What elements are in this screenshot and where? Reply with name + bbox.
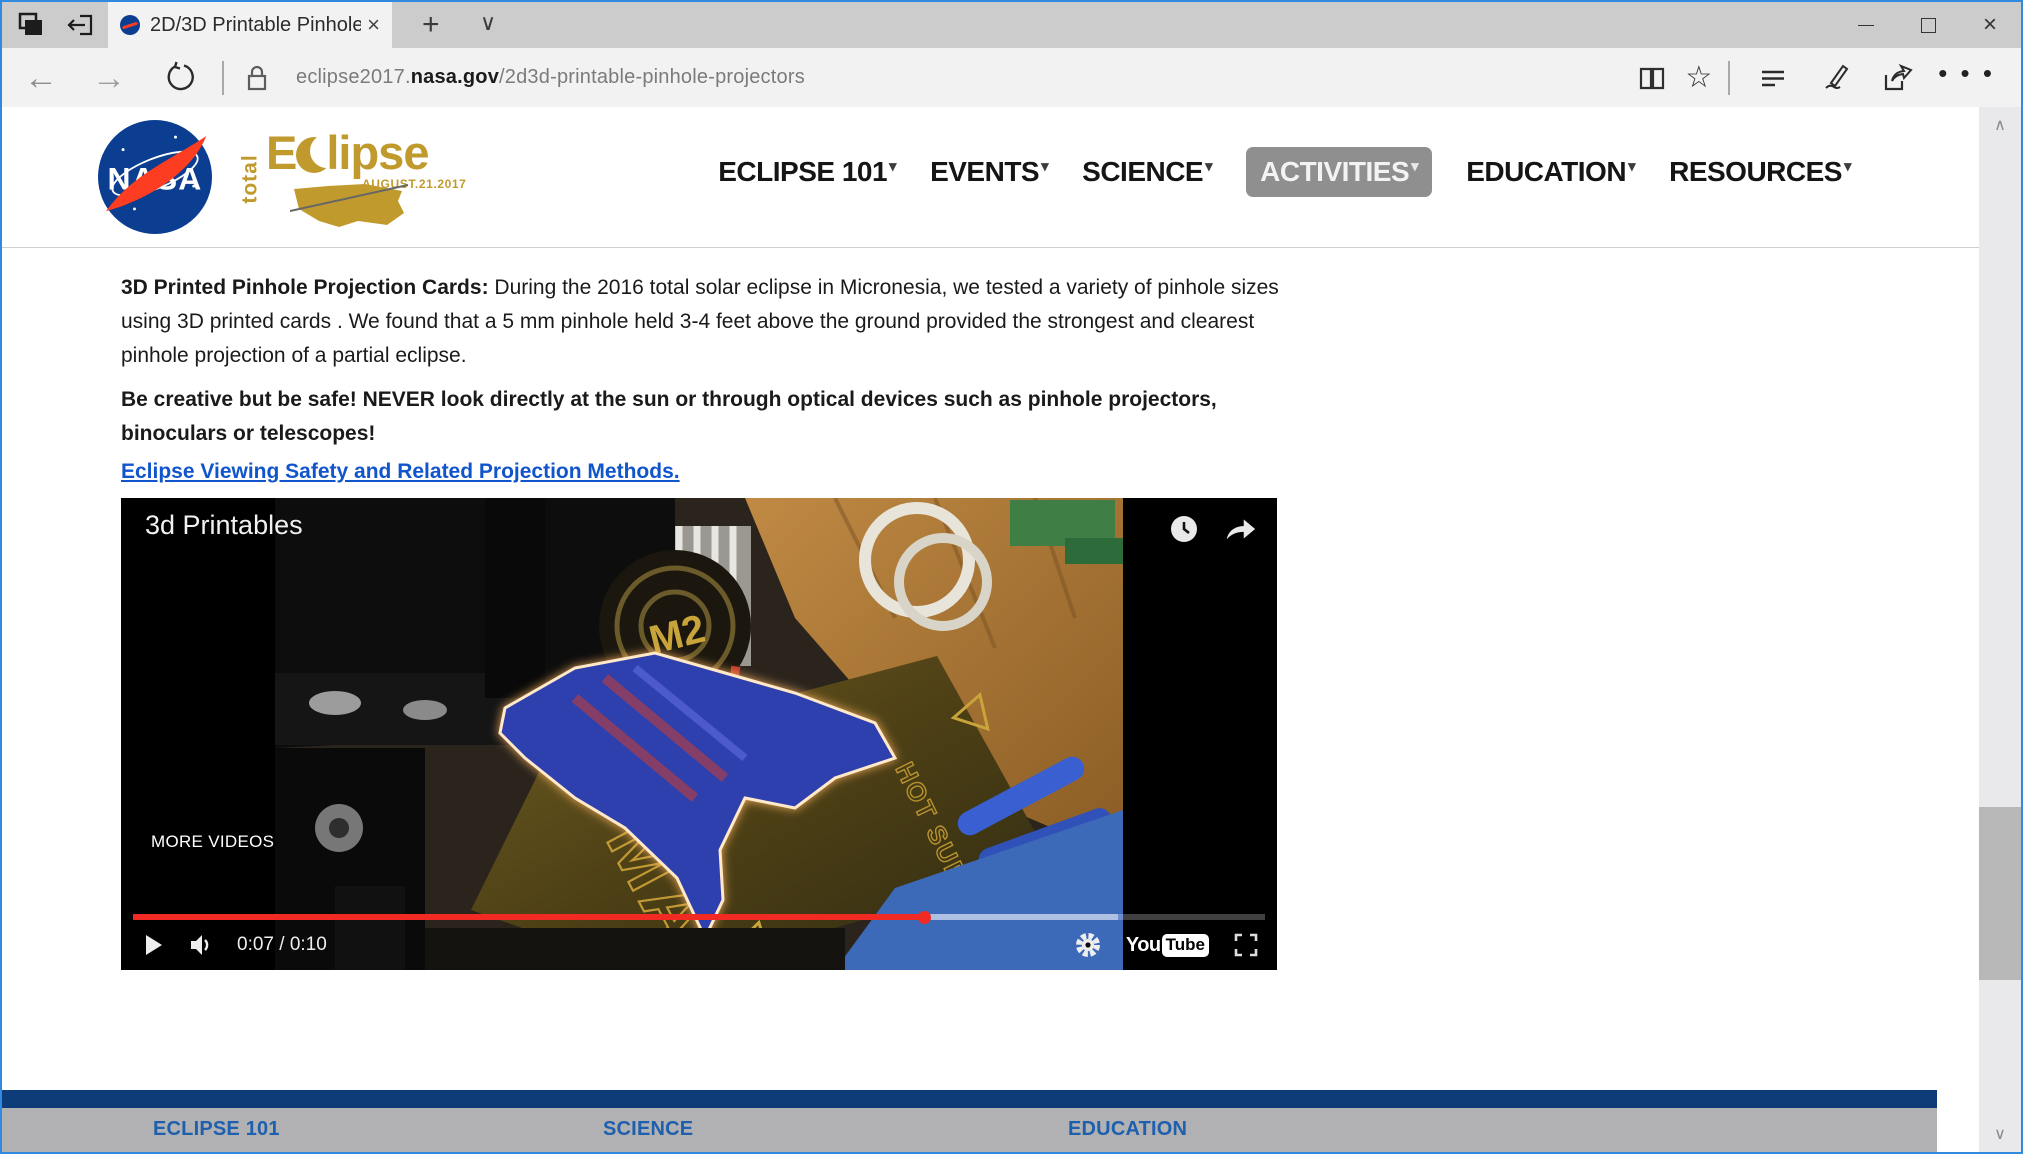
crescent-moon-icon [296, 137, 326, 173]
video-top-actions [1169, 514, 1257, 544]
main-navigation: ECLIPSE 101▾ EVENTS▾ SCIENCE▾ ACTIVITIES… [718, 147, 1851, 197]
nav-eclipse-101[interactable]: ECLIPSE 101▾ [718, 156, 896, 188]
maximize-button[interactable] [1897, 2, 1959, 48]
share-video-icon[interactable] [1221, 514, 1257, 544]
tab-bar: 2D/3D Printable Pinhole × + ∨ × [2, 2, 2021, 48]
chevron-down-icon: ▾ [1205, 158, 1212, 175]
usa-map-icon [290, 177, 408, 229]
safety-link[interactable]: Eclipse Viewing Safety and Related Proje… [121, 460, 680, 484]
footer-navy-bar [2, 1090, 1937, 1108]
favorites-star-icon[interactable]: ☆ [1685, 63, 1712, 93]
nav-events[interactable]: EVENTS▾ [930, 156, 1048, 188]
paragraph-1: 3D Printed Pinhole Projection Cards: Dur… [121, 271, 1281, 373]
scroll-up-icon[interactable]: ∧ [1979, 115, 2021, 135]
footer-link-eclipse-101[interactable]: ECLIPSE 101 [153, 1118, 280, 1141]
video-time: 0:07 / 0:10 [237, 934, 327, 956]
nasa-favicon-icon [120, 15, 140, 35]
site-header: NASA total Elipse AUGUST.21.2017 ECLIPSE… [2, 107, 1979, 248]
footer-link-science[interactable]: SCIENCE [603, 1118, 693, 1141]
toolbar-divider [1728, 61, 1730, 95]
fullscreen-icon[interactable] [1233, 932, 1259, 958]
video-controls: 0:07 / 0:10 YouTube [121, 920, 1277, 970]
more-videos-button[interactable]: MORE VIDEOS [151, 832, 274, 852]
url-domain: nasa.gov [411, 66, 499, 89]
tab-preview-chevron-icon[interactable]: ∨ [480, 10, 496, 36]
eclipse-logo-word: Elipse [266, 125, 428, 180]
tabs-set-aside-icon[interactable] [16, 10, 46, 40]
scrollbar[interactable]: ∧ ∨ [1979, 107, 2021, 1152]
youtube-video-player[interactable]: M2 MAKE HOT SURFACE [121, 498, 1277, 970]
close-button[interactable]: × [1959, 2, 2021, 48]
tab-close-icon[interactable]: × [367, 12, 380, 38]
chevron-down-icon: ▾ [1628, 158, 1635, 175]
back-button[interactable]: ← [24, 61, 58, 95]
chevron-down-icon: ▾ [1844, 158, 1851, 175]
minimize-button[interactable] [1835, 2, 1897, 48]
chevron-down-icon: ▾ [1411, 158, 1418, 175]
nav-science[interactable]: SCIENCE▾ [1082, 156, 1212, 188]
window-controls: × [1835, 2, 2021, 48]
video-frame-3d-printer: M2 MAKE HOT SURFACE [275, 498, 1123, 970]
volume-icon[interactable] [187, 931, 215, 959]
video-controls-right: YouTube [1074, 931, 1259, 959]
footer-link-education[interactable]: EDUCATION [1068, 1118, 1187, 1141]
paragraph-1-lead: 3D Printed Pinhole Projection Cards: [121, 276, 489, 299]
share-icon[interactable] [1880, 61, 1914, 95]
chevron-down-icon: ▾ [889, 158, 896, 175]
watch-later-icon[interactable] [1169, 514, 1199, 544]
youtube-logo[interactable]: YouTube [1126, 934, 1209, 957]
browser-tab[interactable]: 2D/3D Printable Pinhole × [108, 2, 392, 48]
paragraph-2-safety: Be creative but be safe! NEVER look dire… [121, 383, 1281, 451]
scroll-down-icon[interactable]: ∨ [1979, 1124, 2021, 1144]
footer-links-area: ECLIPSE 101 SCIENCE EDUCATION [2, 1108, 1937, 1152]
lock-icon [240, 61, 274, 95]
chevron-down-icon: ▾ [1041, 158, 1048, 175]
nav-activities[interactable]: ACTIVITIES▾ [1246, 147, 1432, 197]
refresh-icon[interactable] [162, 61, 196, 95]
tab-title: 2D/3D Printable Pinhole [150, 14, 361, 37]
article: 3D Printed Pinhole Projection Cards: Dur… [121, 249, 1281, 970]
hub-icon[interactable] [1756, 61, 1790, 95]
toolbar-divider [222, 61, 224, 95]
reading-view-icon[interactable] [1635, 61, 1669, 95]
forward-button[interactable]: → [92, 61, 126, 95]
site-footer: ECLIPSE 101 SCIENCE EDUCATION [2, 1090, 1937, 1152]
scrollbar-thumb[interactable] [1979, 807, 2021, 980]
nav-resources[interactable]: RESOURCES▾ [1669, 156, 1851, 188]
play-icon[interactable] [139, 931, 167, 959]
address-bar[interactable]: eclipse2017.nasa.gov/2d3d-printable-pinh… [296, 66, 805, 89]
settings-more-icon[interactable]: • • • [1938, 58, 1995, 89]
set-tabs-aside-icon[interactable] [66, 10, 96, 40]
url-subdomain: eclipse2017. [296, 66, 411, 89]
eclipse-logo-total: total [239, 154, 263, 203]
url-path: /2d3d-printable-pinhole-projectors [499, 66, 805, 89]
nasa-logo[interactable]: NASA [98, 120, 212, 234]
browser-window: 2D/3D Printable Pinhole × + ∨ × ← → ecli… [0, 0, 2023, 1154]
new-tab-button[interactable]: + [422, 8, 440, 42]
page-viewport: ∧ ∨ NASA total Elipse AUGUST.21.2017 [2, 107, 2021, 1152]
page-content: NASA total Elipse AUGUST.21.2017 ECLIPSE… [2, 107, 1979, 1152]
eclipse-logo[interactable]: total Elipse AUGUST.21.2017 [240, 129, 460, 229]
nav-education[interactable]: EDUCATION▾ [1466, 156, 1635, 188]
browser-toolbar: ← → eclipse2017.nasa.gov/2d3d-printable-… [2, 48, 2021, 107]
web-note-pen-icon[interactable] [1818, 61, 1852, 95]
video-title[interactable]: 3d Printables [145, 510, 303, 541]
video-settings-gear-icon[interactable] [1074, 931, 1102, 959]
